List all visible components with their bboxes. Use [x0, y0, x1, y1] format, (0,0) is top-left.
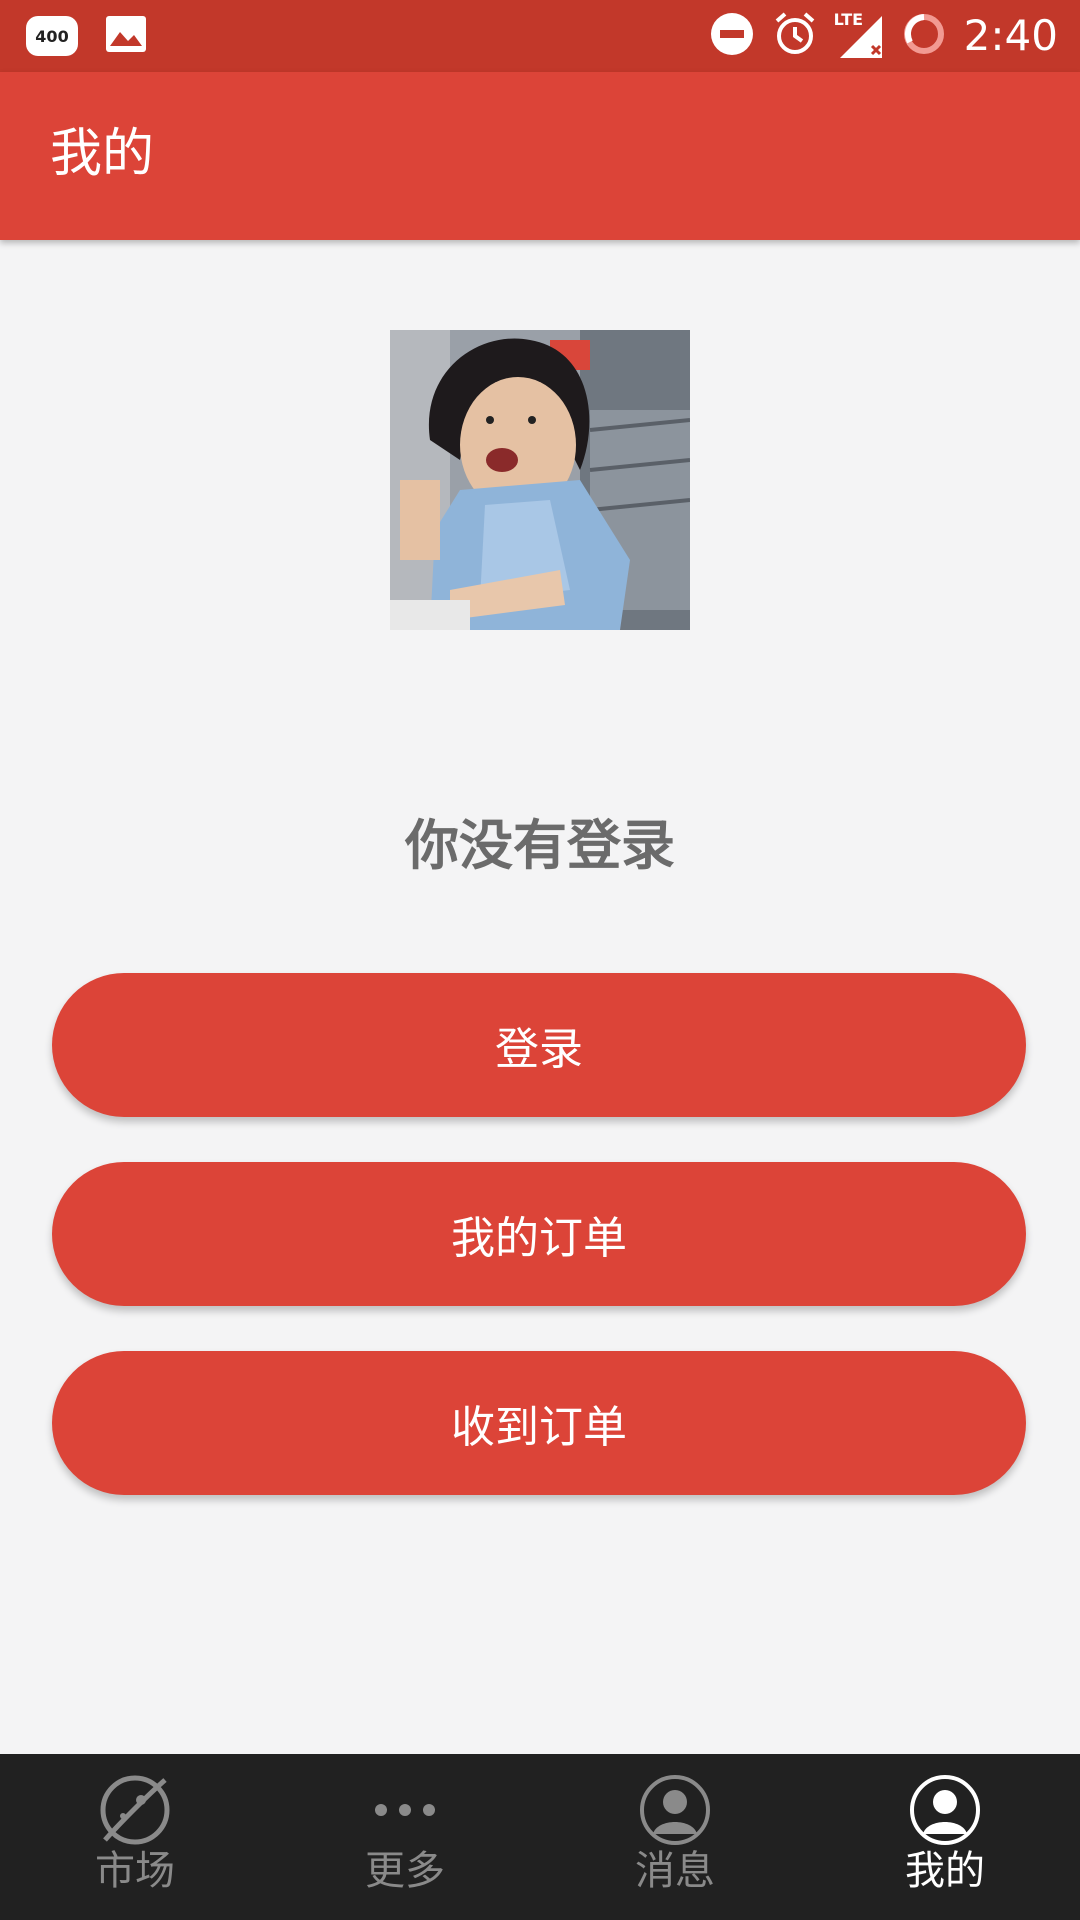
my-orders-button[interactable]: 我的订单 — [52, 1162, 1026, 1306]
nav-label-market: 市场 — [95, 1848, 175, 1894]
nav-label-more: 更多 — [365, 1848, 445, 1894]
login-button[interactable]: 登录 — [52, 973, 1026, 1117]
person-circle-icon — [910, 1775, 980, 1845]
received-orders-button[interactable]: 收到订单 — [52, 1351, 1026, 1495]
status-time: 2:40 — [963, 11, 1058, 60]
more-dots-icon — [375, 1804, 435, 1816]
nav-label-mine: 我的 — [905, 1848, 985, 1894]
app-bar: 我的 — [0, 72, 1080, 240]
notification-badge-icon: 400 — [26, 16, 78, 56]
image-icon — [106, 16, 146, 56]
nav-item-messages[interactable]: 消息 — [540, 1754, 810, 1920]
network-label: LTE — [833, 10, 864, 29]
page-title: 我的 — [50, 124, 155, 184]
status-bar: 400 LTE 2:40 — [0, 0, 1080, 72]
nav-item-market[interactable]: 市场 — [0, 1754, 270, 1920]
screen: 400 LTE 2:40 我的 你没有登录 登录 我的订单 收到订单 市场 更多… — [0, 0, 1080, 1920]
bottom-nav: 市场 更多 消息 我的 — [0, 1754, 1080, 1920]
status-left: 400 — [26, 12, 146, 60]
nav-item-mine[interactable]: 我的 — [810, 1754, 1080, 1920]
battery-icon — [902, 12, 946, 60]
alarm-icon — [772, 11, 818, 61]
planet-icon — [100, 1775, 170, 1845]
do-not-disturb-icon — [710, 12, 754, 60]
nav-item-more[interactable]: 更多 — [270, 1754, 540, 1920]
status-right: LTE 2:40 — [710, 10, 1058, 62]
person-circle-icon — [640, 1775, 710, 1845]
signal-icon: LTE — [833, 10, 884, 60]
login-status-text: 你没有登录 — [405, 814, 675, 877]
nav-label-messages: 消息 — [635, 1848, 715, 1894]
avatar[interactable] — [390, 330, 690, 630]
